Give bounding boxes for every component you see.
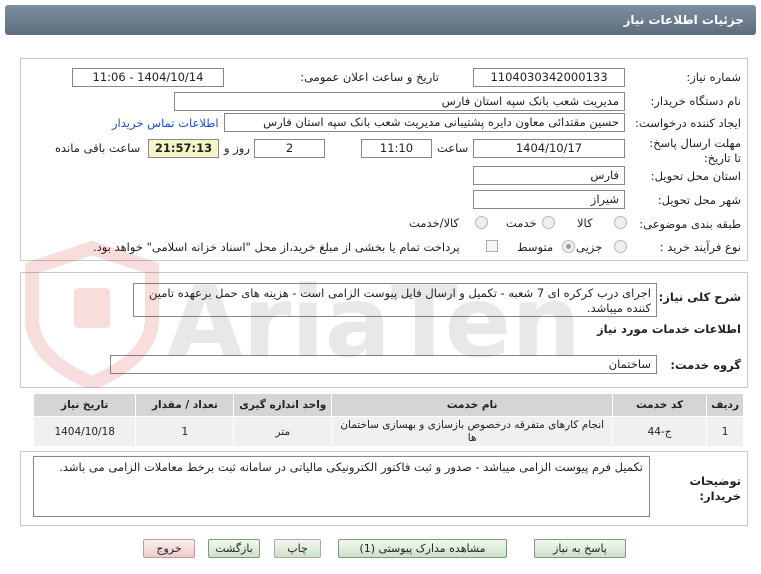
col-code: کد خدمت	[612, 393, 708, 417]
need-number-field: 1104030342000133	[473, 68, 625, 87]
service-group-field: ساختمان	[110, 355, 657, 374]
days-label: روز و	[224, 141, 250, 155]
summary-field: اجرای درب کرکره ای 7 شعبه - تکمیل و ارسا…	[133, 283, 657, 317]
cell-date: 1404/10/18	[32, 416, 137, 447]
service-group-label: گروه خدمت:	[670, 358, 741, 372]
contact-buyer-link[interactable]: اطلاعات تماس خریدار	[112, 116, 219, 130]
category-option-goods-service: کالا/خدمت	[409, 216, 460, 230]
need-number-label: شماره نیاز:	[686, 70, 741, 84]
category-label: طبقه بندی موضوعی:	[639, 217, 741, 231]
category-radio-goods-service[interactable]	[475, 216, 488, 229]
payment-note: پرداخت تمام یا بخشی از مبلغ خرید،از محل …	[93, 240, 460, 254]
category-option-goods: کالا	[577, 216, 593, 230]
col-row: ردیف	[706, 393, 744, 417]
services-table: ردیف کد خدمت نام خدمت واحد اندازه گیری ت…	[32, 393, 744, 447]
buyer-notes-label-text: توضیحات خریدار:	[689, 474, 742, 503]
deadline-date-field: 1404/10/17	[473, 139, 625, 158]
cell-code: ج-44	[612, 416, 708, 447]
cell-qty: 1	[135, 416, 235, 447]
view-documents-button[interactable]: مشاهده مدارک پیوستی (1)	[338, 539, 507, 558]
buyer-org-field: مدیریت شعب بانک سپه استان فارس	[174, 92, 625, 111]
col-unit: واحد اندازه گیری	[233, 393, 333, 417]
remaining-label: ساعت باقی مانده	[55, 141, 141, 155]
back-button[interactable]: بازگشت	[208, 539, 260, 558]
process-radio-partial[interactable]	[614, 240, 627, 253]
process-option-medium: متوسط	[517, 240, 554, 254]
province-field: فارس	[473, 166, 625, 185]
cell-name: انجام کارهای متفرقه درخصوص بازسازی و بهس…	[331, 416, 614, 447]
cell-row: 1	[706, 416, 744, 447]
category-radio-service[interactable]	[542, 216, 555, 229]
page-header: جزئیات اطلاعات نیاز	[5, 5, 756, 35]
services-section-title: اطلاعات خدمات مورد نیاز	[597, 322, 741, 336]
creator-field: حسین مقتدائی معاون دایره پشتیبانی مدیریت…	[224, 113, 625, 132]
col-qty: تعداد / مقدار	[135, 393, 235, 417]
remaining-time-field: 21:57:13	[148, 139, 219, 158]
deadline-label-text: مهلت ارسال پاسخ: تا تاریخ:	[649, 136, 741, 165]
reply-button[interactable]: پاسخ به نیاز	[534, 539, 626, 558]
table-row: 1 ج-44 انجام کارهای متفرقه درخصوص بازساز…	[32, 416, 744, 447]
announce-field: 1404/10/14 - 11:06	[72, 68, 224, 87]
payment-checkbox[interactable]	[486, 240, 498, 252]
category-option-service: خدمت	[506, 216, 537, 230]
process-radio-medium[interactable]	[562, 240, 575, 253]
exit-button[interactable]: خروج	[143, 539, 195, 558]
city-label: شهر محل تحویل:	[657, 193, 741, 207]
buyer-org-label: نام دستگاه خریدار:	[650, 94, 741, 108]
summary-label: شرح کلی نیاز:	[658, 290, 741, 304]
process-label: نوع فرآیند خرید :	[659, 240, 741, 254]
col-name: نام خدمت	[331, 393, 614, 417]
col-date: تاریخ نیاز	[32, 393, 137, 417]
announce-label: تاریخ و ساعت اعلان عمومی:	[300, 70, 439, 84]
province-label: استان محل تحویل:	[650, 169, 741, 183]
creator-label: ایجاد کننده درخواست:	[635, 116, 741, 130]
category-radio-goods[interactable]	[614, 216, 627, 229]
process-option-partial: جزیی	[576, 240, 603, 254]
deadline-time-field: 11:10	[361, 139, 432, 158]
services-table-header: ردیف کد خدمت نام خدمت واحد اندازه گیری ت…	[32, 393, 744, 417]
deadline-label: مهلت ارسال پاسخ: تا تاریخ:	[641, 136, 741, 166]
print-button[interactable]: چاپ	[274, 539, 321, 558]
buyer-notes-field: تکمیل فرم پیوست الزامی میباشد - صدور و ث…	[33, 456, 650, 517]
buyer-notes-label: توضیحات خریدار:	[666, 474, 742, 504]
city-field: شیراز	[473, 190, 625, 209]
days-field: 2	[254, 139, 325, 158]
time-label: ساعت	[437, 141, 469, 155]
cell-unit: متر	[233, 416, 333, 447]
